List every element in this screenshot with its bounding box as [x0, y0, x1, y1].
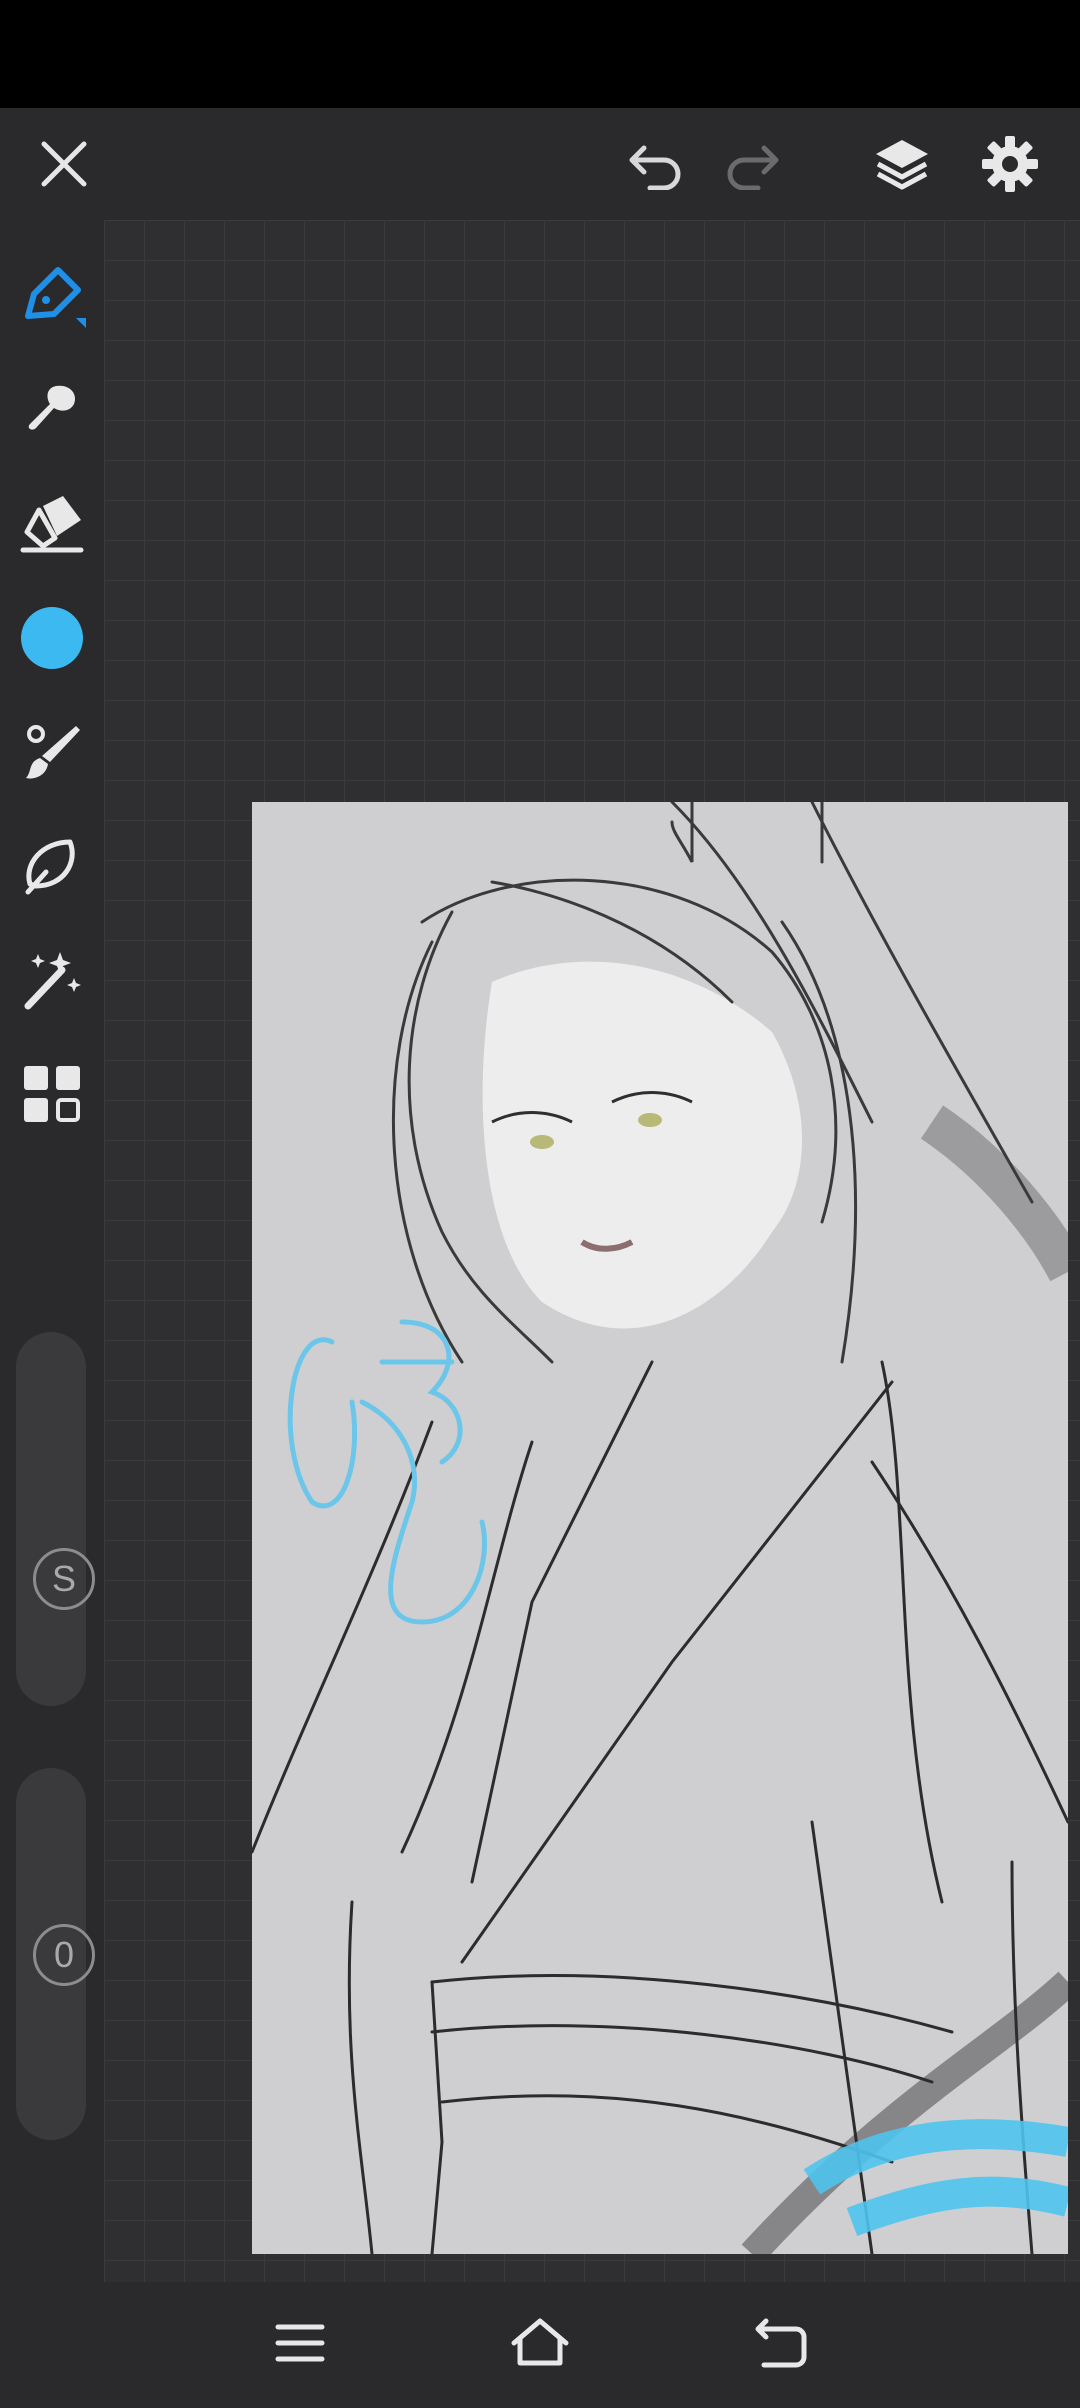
- tool-list: [0, 220, 104, 1122]
- close-button[interactable]: [28, 108, 100, 220]
- pen-tool-button[interactable]: [12, 258, 92, 338]
- drawing-artboard[interactable]: [252, 802, 1068, 2254]
- layers-button[interactable]: [866, 108, 938, 220]
- layers-icon: [872, 136, 932, 192]
- eraser-tool-button[interactable]: [12, 486, 92, 566]
- artwork-illustration: [252, 802, 1068, 2254]
- redo-button[interactable]: [716, 108, 788, 220]
- back-button[interactable]: [735, 2302, 825, 2388]
- gear-icon: [980, 134, 1040, 194]
- eraser-icon: [19, 494, 85, 559]
- menu-button[interactable]: [255, 2302, 345, 2388]
- pen-icon: [16, 260, 88, 337]
- settings-button[interactable]: [972, 108, 1048, 220]
- top-toolbar: [0, 108, 1080, 220]
- opacity-knob[interactable]: 0: [33, 1924, 95, 1986]
- undo-icon: [626, 138, 686, 190]
- color-picker-button[interactable]: [12, 600, 92, 680]
- brush-size-slider[interactable]: S: [16, 1332, 95, 1706]
- magic-wand-icon: [20, 948, 84, 1017]
- smudge-tool-button[interactable]: [12, 372, 92, 452]
- color-swatch: [20, 606, 84, 675]
- magic-wand-tool-button[interactable]: [12, 942, 92, 1022]
- brush-tool-button[interactable]: [12, 714, 92, 794]
- brush-size-label: S: [51, 1558, 76, 1599]
- system-nav-bar: [0, 2282, 1080, 2408]
- status-bar: [0, 0, 1080, 108]
- brush-icon: [20, 720, 84, 789]
- lasso-icon: [20, 834, 84, 903]
- opacity-label: 0: [53, 1934, 75, 1975]
- opacity-slider[interactable]: 0: [16, 1768, 95, 2140]
- smudge-icon: [20, 378, 84, 447]
- grid-tool-button[interactable]: [12, 1056, 92, 1136]
- undo-button[interactable]: [620, 108, 692, 220]
- home-icon: [510, 2317, 570, 2374]
- menu-icon: [274, 2321, 326, 2370]
- lasso-tool-button[interactable]: [12, 828, 92, 908]
- redo-icon: [722, 138, 782, 190]
- grid-icon: [22, 1064, 82, 1129]
- back-icon: [752, 2317, 808, 2374]
- home-button[interactable]: [495, 2302, 585, 2388]
- close-icon: [38, 138, 90, 190]
- canvas-area[interactable]: [104, 220, 1080, 2282]
- brush-size-knob[interactable]: S: [33, 1548, 95, 1610]
